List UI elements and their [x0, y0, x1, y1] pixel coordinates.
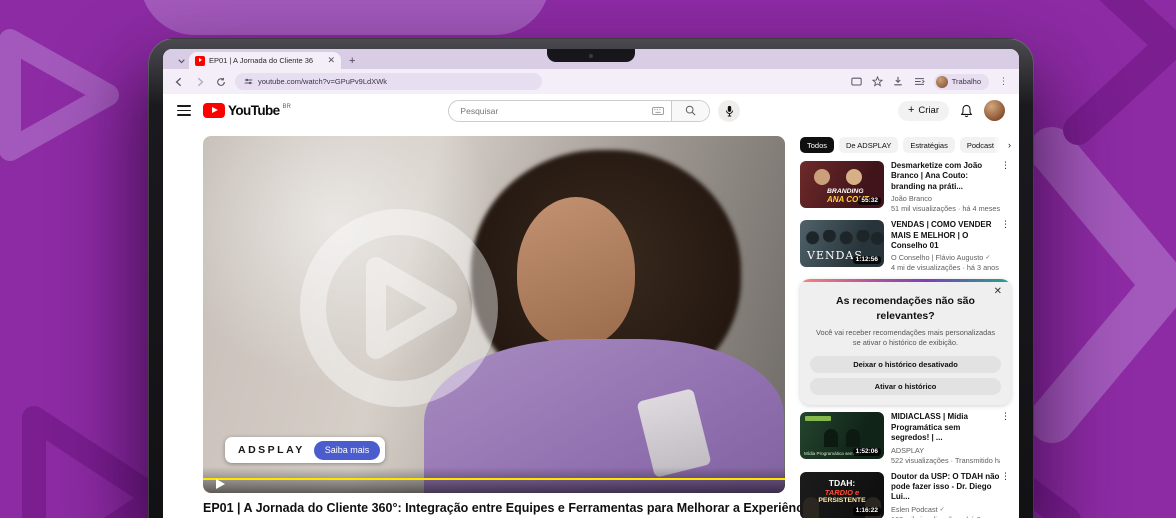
site-settings-icon[interactable] [243, 77, 253, 87]
tab-search-button[interactable] [173, 53, 189, 69]
browser-menu-icon[interactable]: ⋮ [997, 75, 1010, 88]
card-meta: 51 mil visualizações · há 4 meses [891, 204, 1000, 213]
youtube-main: ADSPLAY Saiba mais EP01 | A Jornada do C… [163, 127, 1019, 518]
thumb-text: PERSISTENTE [818, 497, 865, 504]
recommended-video-card[interactable]: VENDAS 1:12:56 VENDAS | COMO VENDER MAIS… [800, 220, 1011, 272]
adsplay-watermark-play-icon [284, 193, 514, 423]
recommendations-sidebar: Todos De ADSPLAY Estratégias Podcast › [800, 136, 1011, 518]
plus-icon: + [908, 105, 914, 116]
laptop-frame: EP01 | A Jornada do Cliente 36 ✕ + [148, 38, 1034, 518]
popup-body: Você vai receber recomendações mais pers… [812, 328, 999, 349]
thumb-text: BRANDING [827, 188, 864, 195]
ad-brand-label: ADSPLAY [238, 444, 305, 456]
download-icon[interactable] [892, 75, 905, 88]
video-thumbnail[interactable]: TDAH: TARDIO e PERSISTENTE 1:16:22 [800, 472, 884, 518]
video-player[interactable]: ADSPLAY Saiba mais [203, 136, 785, 493]
browser-window: EP01 | A Jornada do Cliente 36 ✕ + [163, 49, 1019, 518]
ad-progress-bar [203, 478, 785, 480]
card-menu-icon[interactable]: ⋮ [1001, 412, 1010, 421]
browser-tab-active[interactable]: EP01 | A Jornada do Cliente 36 ✕ [189, 52, 341, 69]
profile-name: Trabalho [952, 77, 981, 86]
card-menu-icon[interactable]: ⋮ [1001, 161, 1010, 170]
enable-history-button[interactable]: Ativar o histórico [810, 378, 1001, 395]
notifications-bell-icon[interactable] [960, 104, 973, 118]
tab-close-icon[interactable]: ✕ [327, 56, 335, 65]
search-input[interactable] [460, 106, 652, 116]
youtube-header: YouTube BR [163, 94, 1019, 127]
youtube-logo[interactable]: YouTube BR [203, 103, 291, 118]
mic-button[interactable] [718, 100, 740, 122]
webcam-icon [589, 54, 593, 58]
verified-badge-icon: ✓ [985, 254, 990, 261]
card-channel: João Branco [891, 194, 932, 203]
card-menu-icon[interactable]: ⋮ [1001, 220, 1010, 229]
reload-button[interactable] [214, 75, 227, 88]
video-thumbnail[interactable]: Mídia Programática sem Se... 1:52:06 [800, 412, 884, 459]
video-thumbnail[interactable]: BRANDING ANA COUT 55:32 [800, 161, 884, 208]
create-button[interactable]: + Criar [898, 101, 949, 121]
duration-badge: 1:12:56 [853, 256, 881, 265]
recommended-video-card[interactable]: TDAH: TARDIO e PERSISTENTE 1:16:22 Douto… [800, 472, 1011, 518]
recommendations-popup: ✕ As recomendações não são relevantes? V… [800, 279, 1011, 405]
thumb-text: TARDIO e [825, 488, 859, 497]
chip-todos[interactable]: Todos [800, 137, 834, 153]
card-channel: ADSPLAY [891, 446, 924, 455]
player-controls-shade [203, 467, 785, 493]
popup-title: As recomendações não são relevantes? [826, 294, 985, 322]
account-avatar[interactable] [984, 100, 1005, 121]
youtube-favicon-icon [195, 56, 205, 66]
video-thumbnail[interactable]: VENDAS 1:12:56 [800, 220, 884, 267]
video-title: EP01 | A Jornada do Cliente 360°: Integr… [203, 501, 785, 515]
duration-badge: 55:32 [858, 197, 881, 206]
duration-badge: 1:16:22 [853, 507, 881, 516]
card-menu-icon[interactable]: ⋮ [1001, 472, 1010, 481]
recommended-video-card[interactable]: BRANDING ANA COUT 55:32 Desmarketize com… [800, 161, 1011, 213]
url-text: youtube.com/watch?v=GPuPv9LdXWk [258, 77, 387, 86]
cast-icon[interactable] [850, 75, 863, 88]
card-title: MIDIACLASS | Mídia Programática sem segr… [891, 412, 1000, 443]
thumb-brand-badge [805, 416, 831, 421]
laptop-notch [547, 49, 635, 62]
duration-badge: 1:52:06 [853, 448, 881, 457]
browser-profile-chip[interactable]: Trabalho [934, 74, 989, 90]
back-button[interactable] [172, 75, 185, 88]
keyboard-icon[interactable] [652, 107, 664, 115]
hamburger-menu-button[interactable] [177, 105, 191, 115]
card-meta: 4 mi de visualizações · há 3 anos [891, 263, 1000, 272]
tab-title: EP01 | A Jornada do Cliente 36 [209, 56, 323, 65]
scene-person-face [517, 197, 635, 347]
card-title: Doutor da USP: O TDAH não pode fazer iss… [891, 472, 1000, 503]
profile-avatar [936, 76, 948, 88]
address-bar[interactable]: youtube.com/watch?v=GPuPv9LdXWk [235, 73, 542, 90]
popup-close-icon[interactable]: ✕ [994, 287, 1002, 297]
search-button[interactable] [671, 100, 709, 122]
verified-badge-icon: ✓ [940, 506, 945, 513]
recommended-video-card[interactable]: Mídia Programática sem Se... 1:52:06 MID… [800, 412, 1011, 464]
youtube-play-icon [203, 103, 225, 118]
thumb-text: TDAH: [829, 478, 855, 488]
play-button-icon[interactable] [216, 479, 225, 489]
youtube-logo-text: YouTube [228, 103, 280, 118]
card-channel: O Conselho | Flávio Augusto [891, 253, 983, 262]
card-title: VENDAS | COMO VENDER MAIS E MELHOR | O C… [891, 220, 1000, 251]
chip-de-adsplay[interactable]: De ADSPLAY [839, 137, 898, 153]
desktop-background: EP01 | A Jornada do Cliente 36 ✕ + [0, 0, 1176, 518]
ad-cta-button[interactable]: Saiba mais [314, 441, 381, 460]
ad-overlay-banner[interactable]: ADSPLAY Saiba mais [225, 437, 385, 463]
filter-chips-row: Todos De ADSPLAY Estratégias Podcast › [800, 136, 1011, 154]
chip-estrategias[interactable]: Estratégias [903, 137, 955, 153]
keep-history-off-button[interactable]: Deixar o histórico desativado [810, 356, 1001, 373]
card-meta: 522 visualizações · Transmitido há 2 me.… [891, 456, 1000, 465]
youtube-country-code: BR [283, 104, 291, 110]
search-bar[interactable] [448, 100, 710, 122]
side-panel-icon[interactable] [913, 75, 926, 88]
chips-scroll-chevron-icon[interactable]: › [993, 136, 1011, 154]
create-label: Criar [918, 105, 939, 116]
card-channel: Eslen Podcast [891, 505, 938, 514]
bookmark-star-icon[interactable] [871, 75, 884, 88]
new-tab-button[interactable]: + [349, 52, 355, 69]
card-title: Desmarketize com João Branco | Ana Couto… [891, 161, 1000, 192]
forward-button[interactable] [193, 75, 206, 88]
browser-toolbar: youtube.com/watch?v=GPuPv9LdXWk Trab [163, 69, 1019, 94]
